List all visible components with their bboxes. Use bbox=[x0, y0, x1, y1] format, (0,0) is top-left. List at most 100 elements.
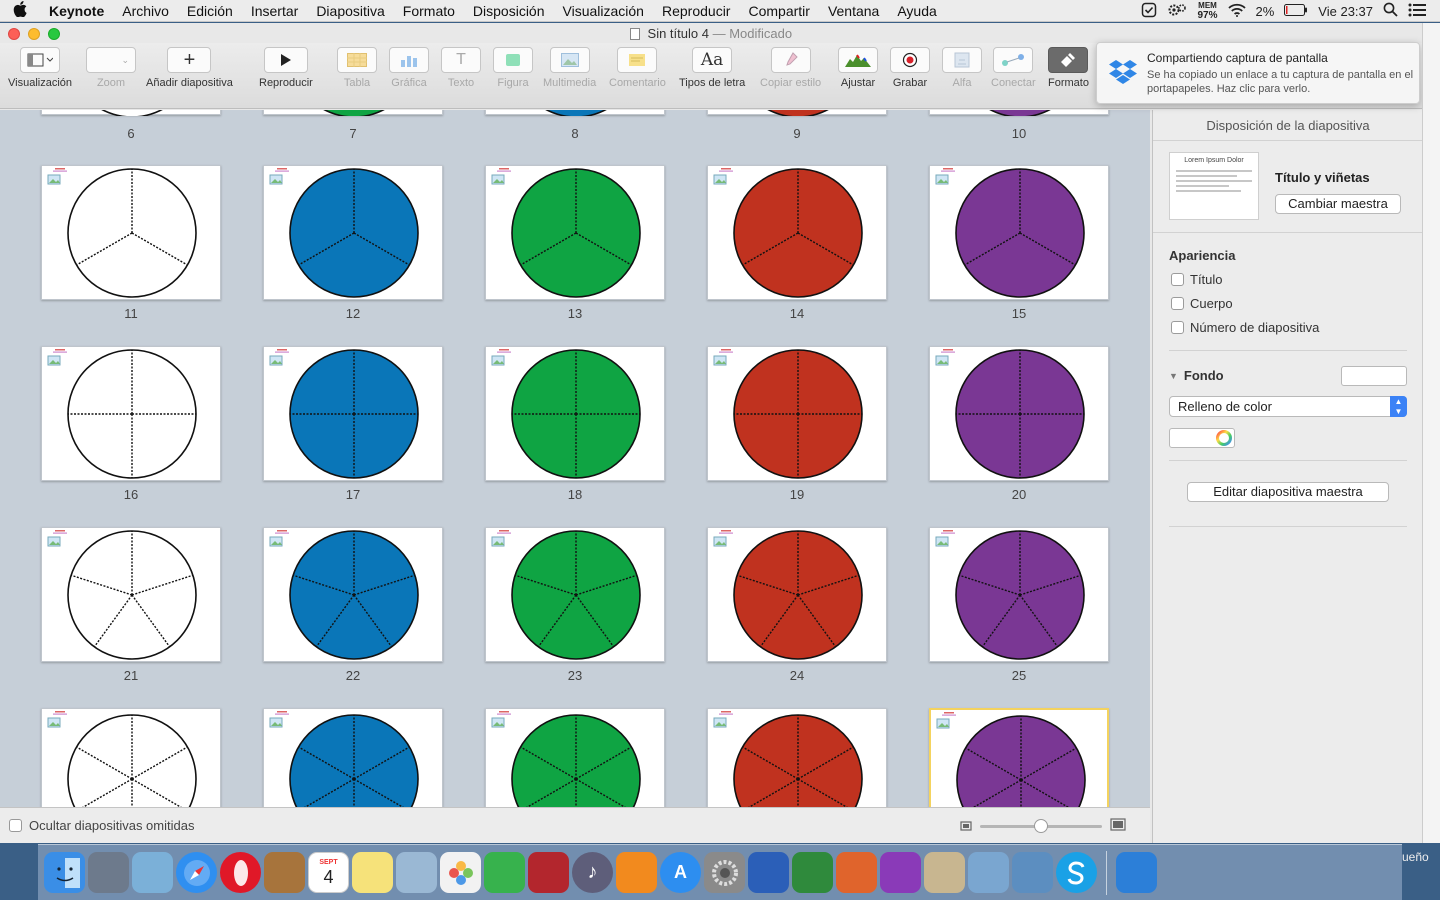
slide-thumbnail[interactable] bbox=[707, 708, 887, 807]
menu-ventana[interactable]: Ventana bbox=[819, 0, 888, 22]
menu-ayuda[interactable]: Ayuda bbox=[888, 0, 945, 22]
thumbnail-zoom-slider[interactable] bbox=[980, 818, 1102, 833]
slide-thumbnail[interactable] bbox=[485, 110, 665, 116]
slide-thumbnail[interactable] bbox=[485, 346, 665, 481]
slide-thumbnail[interactable] bbox=[929, 165, 1109, 300]
slide-browser[interactable]: 6 7 8 9 10 11 12 13 14 15 16 17 18 19 20 21 22 23 24 25 bbox=[0, 110, 1150, 807]
keynote-icon[interactable] bbox=[1116, 852, 1157, 893]
menu-insertar[interactable]: Insertar bbox=[242, 0, 307, 22]
toolbar-comment-button[interactable]: Comentario bbox=[609, 47, 666, 105]
battery-icon[interactable] bbox=[1284, 3, 1308, 19]
slide-thumbnail[interactable] bbox=[929, 527, 1109, 662]
menu-visualizacion[interactable]: Visualización bbox=[554, 0, 653, 22]
slide-thumbnail[interactable] bbox=[485, 708, 665, 807]
spotlight-icon[interactable] bbox=[1383, 2, 1398, 20]
fill-color-well[interactable] bbox=[1169, 428, 1235, 448]
toolbar-add-slide-button[interactable]: + Añadir diapositiva bbox=[146, 47, 233, 105]
body-checkbox[interactable] bbox=[1171, 297, 1184, 310]
slide-thumbnail[interactable] bbox=[485, 165, 665, 300]
notes-icon[interactable] bbox=[352, 852, 393, 893]
toolbar-record-button[interactable]: Grabar bbox=[890, 47, 930, 105]
master-thumbnail[interactable]: Lorem Ipsum Dolor bbox=[1169, 152, 1259, 220]
preview-icon[interactable] bbox=[132, 852, 173, 893]
toolbar-adjust-button[interactable]: Ajustar bbox=[838, 47, 878, 105]
toolbar-alpha-button[interactable]: Alfa bbox=[942, 47, 982, 105]
title-checkbox[interactable] bbox=[1171, 273, 1184, 286]
zoom-window-button[interactable] bbox=[48, 28, 60, 40]
slide-thumbnail[interactable] bbox=[263, 346, 443, 481]
word-icon[interactable] bbox=[748, 852, 789, 893]
menu-edicion[interactable]: Edición bbox=[178, 0, 242, 22]
toolbar-view-button[interactable]: Visualización bbox=[8, 47, 72, 105]
slide-thumbnail[interactable] bbox=[41, 708, 221, 807]
battery-percent[interactable]: 2% bbox=[1256, 4, 1275, 19]
slide-thumbnail[interactable] bbox=[263, 708, 443, 807]
color-wheel-icon[interactable] bbox=[1216, 430, 1232, 449]
close-window-button[interactable] bbox=[8, 28, 20, 40]
slide-thumbnail[interactable] bbox=[41, 165, 221, 300]
opera-icon[interactable] bbox=[220, 852, 261, 893]
image-capture-icon[interactable] bbox=[396, 852, 437, 893]
toolbar-shape-button[interactable]: Figura bbox=[493, 47, 533, 105]
menu-reproducir[interactable]: Reproducir bbox=[653, 0, 739, 22]
safari-icon[interactable] bbox=[176, 852, 217, 893]
onenote-icon[interactable] bbox=[880, 852, 921, 893]
dropbox-notification[interactable]: Compartiendo captura de pantalla Se ha c… bbox=[1096, 42, 1420, 104]
menu-disposicion[interactable]: Disposición bbox=[464, 0, 554, 22]
slide-thumbnail[interactable] bbox=[707, 110, 887, 116]
background-color-preview[interactable] bbox=[1341, 366, 1407, 386]
hide-skipped-checkbox[interactable] bbox=[9, 819, 22, 832]
preview2-icon[interactable] bbox=[1012, 852, 1053, 893]
apple-menu-icon[interactable] bbox=[0, 0, 40, 21]
toolbar-connect-button[interactable]: Conectar bbox=[991, 47, 1036, 105]
wifi-icon[interactable] bbox=[1227, 3, 1246, 20]
checkbox-status-icon[interactable] bbox=[1141, 2, 1157, 21]
toolbar-format-button[interactable]: Formato bbox=[1048, 47, 1089, 105]
toolbar-zoom-button[interactable]: ⌄ Zoom bbox=[86, 47, 136, 105]
menu-compartir[interactable]: Compartir bbox=[739, 0, 818, 22]
toolbar-text-button[interactable]: T Texto bbox=[441, 47, 481, 105]
memory-status[interactable]: MEM 97% bbox=[1197, 1, 1217, 21]
clock[interactable]: Vie 23:37 bbox=[1318, 4, 1373, 19]
skype-icon[interactable] bbox=[1056, 852, 1097, 893]
slide-thumbnail[interactable] bbox=[485, 527, 665, 662]
notification-center-icon[interactable] bbox=[1408, 3, 1426, 20]
toolbar-chart-button[interactable]: Gráfica bbox=[389, 47, 429, 105]
slide-number-checkbox-row[interactable]: Número de diapositiva bbox=[1171, 320, 1319, 335]
minimize-window-button[interactable] bbox=[28, 28, 40, 40]
menu-diapositiva[interactable]: Diapositiva bbox=[307, 0, 393, 22]
launchpad-icon[interactable] bbox=[88, 852, 129, 893]
powerpoint-icon[interactable] bbox=[836, 852, 877, 893]
change-master-button[interactable]: Cambiar maestra bbox=[1275, 194, 1401, 214]
title-checkbox-row[interactable]: Título bbox=[1171, 272, 1223, 287]
selected-slide-thumbnail[interactable] bbox=[929, 708, 1109, 807]
slide-thumbnail[interactable] bbox=[929, 346, 1109, 481]
background-section-toggle[interactable]: ▼ Fondo bbox=[1169, 368, 1224, 383]
slide-thumbnail[interactable] bbox=[263, 165, 443, 300]
slide-thumbnail[interactable] bbox=[707, 527, 887, 662]
menu-archivo[interactable]: Archivo bbox=[113, 0, 178, 22]
misc-app-icon[interactable] bbox=[924, 852, 965, 893]
slide-thumbnail[interactable] bbox=[263, 110, 443, 116]
toolbar-table-button[interactable]: Tabla bbox=[337, 47, 377, 105]
edit-master-slide-button[interactable]: Editar diapositiva maestra bbox=[1187, 482, 1389, 502]
slide-thumbnail[interactable] bbox=[707, 165, 887, 300]
slide-thumbnail[interactable] bbox=[929, 110, 1109, 116]
toolbar-copy-style-button[interactable]: Copiar estilo bbox=[760, 47, 821, 105]
ibooks-icon[interactable] bbox=[616, 852, 657, 893]
gears-icon[interactable] bbox=[1167, 2, 1187, 21]
toolbar-play-button[interactable]: Reproducir bbox=[259, 47, 313, 105]
slide-thumbnail[interactable] bbox=[41, 527, 221, 662]
slide-number-checkbox[interactable] bbox=[1171, 321, 1184, 334]
document-title[interactable]: Sin título 4 bbox=[648, 26, 709, 41]
finder-icon[interactable] bbox=[44, 852, 85, 893]
contacts-icon[interactable] bbox=[264, 852, 305, 893]
zoom-slider-knob[interactable] bbox=[1034, 818, 1048, 833]
facetime-icon[interactable] bbox=[484, 852, 525, 893]
system-preferences-icon[interactable] bbox=[704, 852, 745, 893]
photo-booth-icon[interactable] bbox=[528, 852, 569, 893]
large-thumbnail-icon[interactable] bbox=[1110, 818, 1126, 834]
slide-thumbnail[interactable] bbox=[41, 346, 221, 481]
itunes-icon[interactable]: ♪ bbox=[572, 852, 613, 893]
menu-keynote[interactable]: Keynote bbox=[40, 0, 113, 22]
